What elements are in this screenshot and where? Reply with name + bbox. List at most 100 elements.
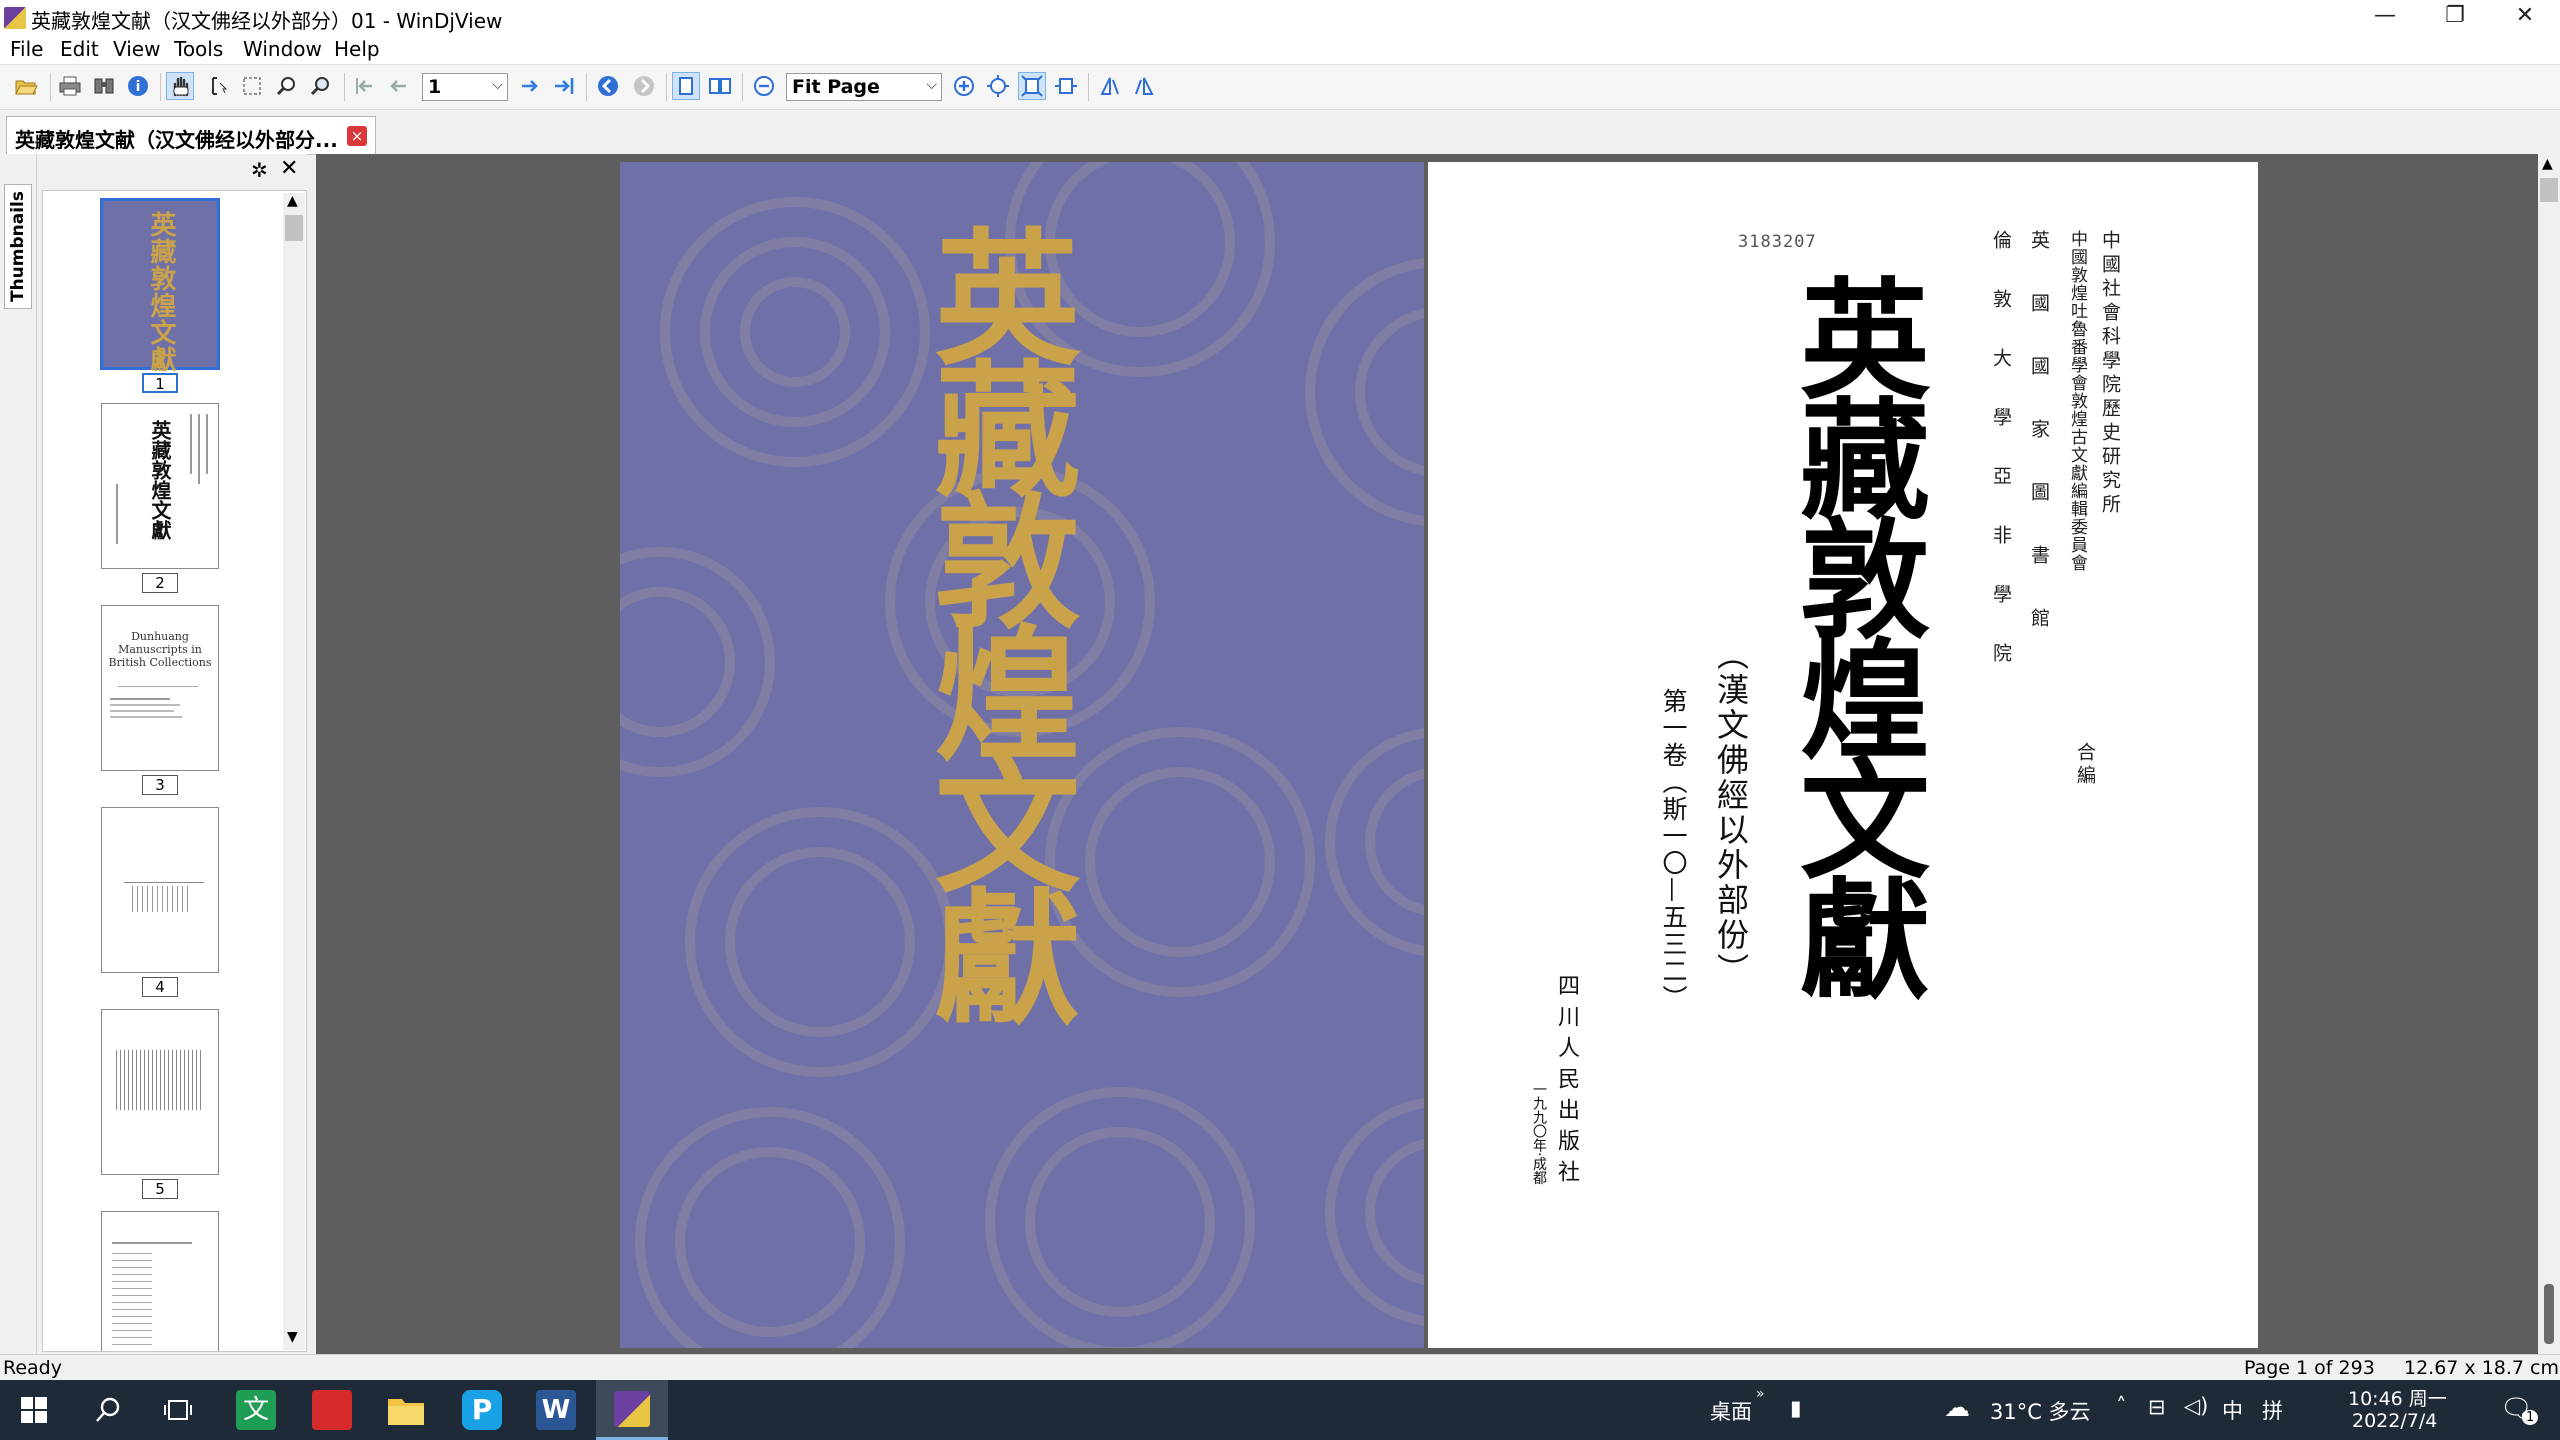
securities-app-icon xyxy=(312,1390,352,1430)
thumbnails-tab[interactable]: Thumbnails xyxy=(4,184,32,310)
document-scroll-thumb[interactable] xyxy=(2540,178,2558,202)
rotate-right-icon[interactable] xyxy=(1130,72,1158,100)
thumbnail-page-4[interactable] xyxy=(101,807,219,973)
zoom-out-icon[interactable] xyxy=(750,72,778,100)
menu-file[interactable]: File xyxy=(10,37,43,61)
organization-line-2: 中國敦煌吐魯番學會敦煌古文獻編輯委員會 xyxy=(2067,230,2087,572)
taskbar-app-file-explorer[interactable] xyxy=(372,1380,440,1440)
main-title: 英藏敦煌文獻 xyxy=(1778,272,1931,992)
single-page-icon[interactable] xyxy=(672,72,700,100)
hand-tool-icon[interactable] xyxy=(166,72,194,100)
taskbar-app-text-editor[interactable]: 文 xyxy=(222,1380,290,1440)
menu-edit[interactable]: Edit xyxy=(60,37,99,61)
next-page-icon[interactable] xyxy=(516,72,544,100)
back-icon[interactable] xyxy=(594,72,622,100)
serial-stamp: 3183207 xyxy=(1738,232,1817,252)
zoom-combo[interactable]: Fit Page ⌵ xyxy=(786,73,942,101)
network-icon[interactable]: ⊟ xyxy=(2148,1395,2166,1419)
taskbar-app-p[interactable]: P xyxy=(448,1380,516,1440)
search-button[interactable] xyxy=(74,1380,142,1440)
cover-page: 英藏敦煌文獻 xyxy=(620,162,1424,1348)
print-icon[interactable] xyxy=(56,72,84,100)
volume-icon[interactable]: ◁) xyxy=(2184,1394,2208,1418)
desktop-toolbar-label[interactable]: 桌面 xyxy=(1710,1396,1752,1426)
scroll-up-icon[interactable]: ▲ xyxy=(2542,156,2553,172)
scroll-down-icon[interactable]: ▼ xyxy=(287,1329,298,1345)
menu-help[interactable]: Help xyxy=(334,37,380,61)
open-icon[interactable] xyxy=(12,72,40,100)
thumbnail-page-1[interactable]: 英藏敦煌文獻 xyxy=(100,198,220,373)
ime-mode[interactable]: 拼 xyxy=(2262,1395,2283,1425)
thumbnail-number-5: 5 xyxy=(142,1179,178,1199)
taskbar-app-windjview[interactable] xyxy=(596,1380,668,1440)
start-button[interactable] xyxy=(0,1380,68,1440)
taskbar-app-word[interactable]: W xyxy=(522,1380,590,1440)
weather-cloud-icon[interactable]: ☁ xyxy=(1944,1393,1970,1423)
menu-view[interactable]: View xyxy=(113,37,160,61)
info-icon[interactable]: i xyxy=(124,72,152,100)
subtitle: （漢文佛經以外部份） xyxy=(1712,638,1750,988)
close-panel-icon[interactable]: ✕ xyxy=(280,156,298,181)
thumbnails-scrollbar[interactable]: ▲ ▼ xyxy=(283,193,305,1350)
facing-pages-icon[interactable] xyxy=(706,72,734,100)
windjview-taskbar-icon xyxy=(614,1390,650,1427)
gear-icon[interactable]: ✲ xyxy=(251,158,268,182)
thumbnail-3-title: Dunhuang Manuscripts in British Collecti… xyxy=(108,630,212,669)
taskbar-app-securities[interactable] xyxy=(298,1380,366,1440)
thumbnail-page-6[interactable] xyxy=(101,1211,219,1351)
clock-date[interactable]: 2022/7/4 xyxy=(2352,1410,2437,1432)
last-page-icon[interactable] xyxy=(550,72,578,100)
taskbar: 文 P W 桌面 » ▮ ☁ 31°C 多云 ˄ ⊟ ◁) 中 拼 10:46 … xyxy=(0,1380,2560,1440)
thumbnail-number-1: 1 xyxy=(142,373,178,393)
windjview-app-icon xyxy=(4,7,26,29)
scroll-up-icon[interactable]: ▲ xyxy=(287,193,298,209)
menu-window[interactable]: Window xyxy=(243,37,322,61)
weather-text[interactable]: 31°C 多云 xyxy=(1990,1396,2091,1426)
page-number-combo[interactable]: 1 ⌵ xyxy=(422,73,508,101)
text-select-icon[interactable] xyxy=(204,72,232,100)
document-tab[interactable]: 英藏敦煌文献（汉文佛经以外部分... × xyxy=(6,116,376,154)
zoom-in-icon[interactable] xyxy=(950,72,978,100)
fit-page-icon[interactable] xyxy=(1018,72,1046,100)
text-app-icon: 文 xyxy=(236,1390,276,1430)
close-tab-icon[interactable]: × xyxy=(347,126,367,146)
fit-width-icon[interactable] xyxy=(1052,72,1080,100)
search-icon xyxy=(96,1397,120,1422)
ime-language[interactable]: 中 xyxy=(2222,1395,2243,1425)
prev-page-icon[interactable] xyxy=(384,72,412,100)
chevron-up-icon[interactable]: ˄ xyxy=(2116,1394,2127,1418)
menu-tools[interactable]: Tools xyxy=(174,37,223,61)
thumbnail-page-3[interactable]: Dunhuang Manuscripts in British Collecti… xyxy=(101,605,219,771)
thumbnail-page-2[interactable]: 英藏敦煌文獻 xyxy=(101,403,219,569)
thumbnail-page-5[interactable] xyxy=(101,1009,219,1175)
document-scrollbar[interactable]: ▲ xyxy=(2538,154,2560,1354)
task-view-icon xyxy=(164,1400,192,1420)
first-page-icon[interactable] xyxy=(350,72,378,100)
sidebar-tab-strip: Thumbnails xyxy=(0,154,37,1354)
restore-button[interactable]: ❐ xyxy=(2420,0,2490,34)
rect-select-icon[interactable] xyxy=(238,72,266,100)
page-number-value: 1 xyxy=(428,76,442,98)
page-size-status: 12.67 x 18.7 cm xyxy=(2404,1357,2560,1379)
thumbnails-panel-header: ✲ ✕ xyxy=(37,154,307,188)
thumbnail-number-3: 3 xyxy=(142,775,178,795)
minimize-button[interactable]: — xyxy=(2350,0,2420,34)
rotate-left-icon[interactable] xyxy=(1096,72,1124,100)
task-view-button[interactable] xyxy=(144,1380,212,1440)
zoom-rect-icon[interactable] xyxy=(272,72,300,100)
find-icon[interactable] xyxy=(90,72,118,100)
thumbnail-number-2: 2 xyxy=(142,573,178,593)
windows-icon xyxy=(21,1397,47,1423)
battery-icon[interactable]: ▮ xyxy=(1790,1396,1802,1420)
thumbnails-pane: 英藏敦煌文獻 1 英藏敦煌文獻 2 Dunhuang Manuscripts i… xyxy=(42,190,307,1352)
clock-time[interactable]: 10:46 周一 xyxy=(2348,1384,2447,1411)
menu-bar: File Edit View Tools Window Help xyxy=(0,34,2560,65)
organization-line-4: 倫敦大學亞非學院 xyxy=(1990,230,2012,702)
close-window-button[interactable]: ✕ xyxy=(2490,0,2560,34)
forward-icon[interactable] xyxy=(630,72,658,100)
chevron-right-icon[interactable]: » xyxy=(1756,1386,1765,1402)
scroll-grip-icon[interactable] xyxy=(2544,1284,2554,1344)
thumbnails-scroll-thumb[interactable] xyxy=(285,215,303,241)
magnify-icon[interactable] xyxy=(306,72,334,100)
actual-size-icon[interactable] xyxy=(984,72,1012,100)
